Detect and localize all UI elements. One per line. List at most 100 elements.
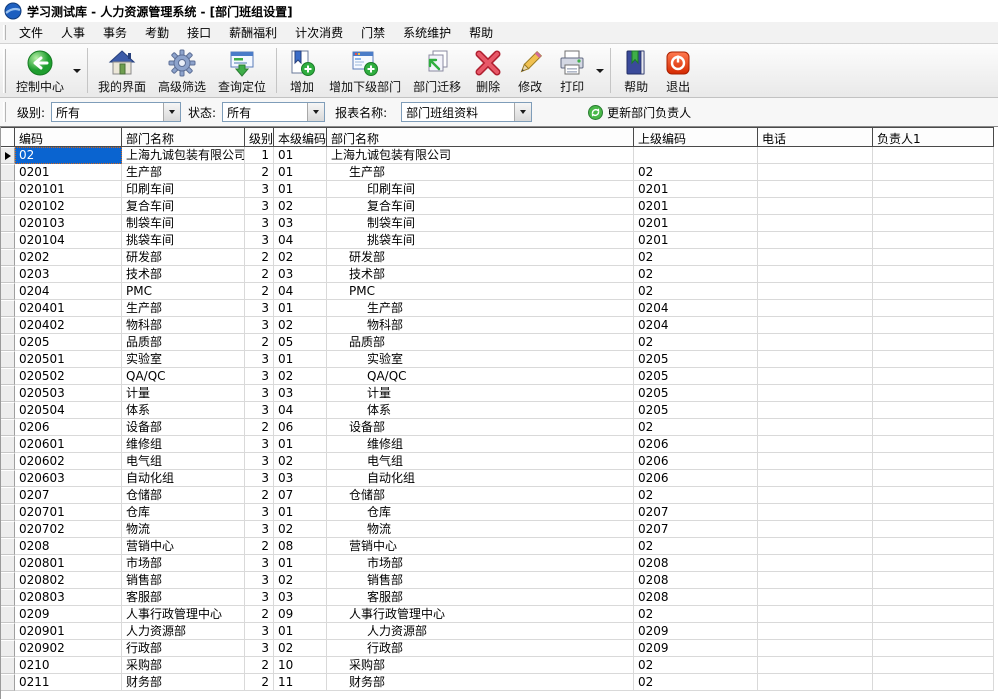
cell-dept-name-tree[interactable]: 销售部 [327, 572, 634, 589]
cell-phone[interactable] [758, 657, 873, 674]
table-row[interactable]: 020702物流302物流0207 [1, 521, 994, 538]
cell-phone[interactable] [758, 419, 873, 436]
cell-dept-name[interactable]: 技术部 [122, 266, 245, 283]
column-header-7[interactable]: 负责人1 [873, 128, 994, 146]
cell-level[interactable]: 2 [245, 249, 274, 266]
table-row[interactable]: 02上海九诚包装有限公司101上海九诚包装有限公司 [1, 147, 994, 164]
cell-phone[interactable] [758, 266, 873, 283]
row-selector[interactable] [1, 419, 15, 436]
cell-phone[interactable] [758, 249, 873, 266]
cell-code[interactable]: 0207 [15, 487, 122, 504]
cell-level[interactable]: 3 [245, 521, 274, 538]
table-row[interactable]: 0201生产部201生产部02 [1, 164, 994, 181]
cell-dept-name-tree[interactable]: 体系 [327, 402, 634, 419]
cell-phone[interactable] [758, 504, 873, 521]
cell-code[interactable]: 020802 [15, 572, 122, 589]
cell-dept-name[interactable]: 印刷车间 [122, 181, 245, 198]
cell-local-code[interactable]: 02 [274, 249, 327, 266]
cell-dept-name[interactable]: 实验室 [122, 351, 245, 368]
cell-level[interactable]: 3 [245, 215, 274, 232]
cell-level[interactable]: 3 [245, 640, 274, 657]
cell-code[interactable]: 020504 [15, 402, 122, 419]
table-row[interactable]: 0203技术部203技术部02 [1, 266, 994, 283]
cell-code[interactable]: 020502 [15, 368, 122, 385]
cell-parent-code[interactable]: 0209 [634, 623, 758, 640]
table-row[interactable]: 020103制袋车间303制袋车间0201 [1, 215, 994, 232]
cell-parent-code[interactable]: 0208 [634, 555, 758, 572]
cell-dept-name[interactable]: 客服部 [122, 589, 245, 606]
cell-parent-code[interactable]: 02 [634, 283, 758, 300]
cell-local-code[interactable]: 04 [274, 402, 327, 419]
cell-dept-name[interactable]: 仓库 [122, 504, 245, 521]
cell-parent-code[interactable]: 0206 [634, 453, 758, 470]
cell-parent-code[interactable]: 02 [634, 334, 758, 351]
menu-system-maintenance[interactable]: 系统维护 [394, 22, 460, 43]
print-button[interactable]: 打印 [551, 44, 593, 97]
cell-code[interactable]: 020601 [15, 436, 122, 453]
cell-dept-name[interactable]: PMC [122, 283, 245, 300]
cell-level[interactable]: 3 [245, 572, 274, 589]
cell-dept-name-tree[interactable]: QA/QC [327, 368, 634, 385]
cell-dept-name[interactable]: 财务部 [122, 674, 245, 691]
cell-dept-name[interactable]: 挑袋车间 [122, 232, 245, 249]
cell-dept-name-tree[interactable]: 采购部 [327, 657, 634, 674]
cell-level[interactable]: 3 [245, 198, 274, 215]
table-row[interactable]: 020801市场部301市场部0208 [1, 555, 994, 572]
cell-level[interactable]: 3 [245, 504, 274, 521]
cell-local-code[interactable]: 01 [274, 300, 327, 317]
status-select[interactable]: 所有 [222, 102, 325, 122]
cell-dept-name[interactable]: 品质部 [122, 334, 245, 351]
row-selector[interactable] [1, 385, 15, 402]
cell-local-code[interactable]: 06 [274, 419, 327, 436]
cell-level[interactable]: 3 [245, 232, 274, 249]
cell-local-code[interactable]: 01 [274, 351, 327, 368]
cell-code[interactable]: 020401 [15, 300, 122, 317]
cell-phone[interactable] [758, 317, 873, 334]
cell-phone[interactable] [758, 453, 873, 470]
cell-phone[interactable] [758, 674, 873, 691]
table-row[interactable]: 020101印刷车间301印刷车间0201 [1, 181, 994, 198]
row-selector[interactable] [1, 538, 15, 555]
cell-local-code[interactable]: 05 [274, 334, 327, 351]
table-row[interactable]: 020901人力资源部301人力资源部0209 [1, 623, 994, 640]
cell-manager[interactable] [873, 504, 994, 521]
table-row[interactable]: 020401生产部301生产部0204 [1, 300, 994, 317]
cell-local-code[interactable]: 01 [274, 504, 327, 521]
cell-parent-code[interactable]: 02 [634, 657, 758, 674]
cell-code[interactable]: 020603 [15, 470, 122, 487]
cell-code[interactable]: 020901 [15, 623, 122, 640]
cell-manager[interactable] [873, 300, 994, 317]
cell-parent-code[interactable]: 0206 [634, 470, 758, 487]
cell-parent-code[interactable]: 0205 [634, 368, 758, 385]
cell-manager[interactable] [873, 606, 994, 623]
cell-local-code[interactable]: 03 [274, 385, 327, 402]
cell-parent-code[interactable]: 0201 [634, 232, 758, 249]
cell-dept-name-tree[interactable]: 印刷车间 [327, 181, 634, 198]
table-row[interactable]: 020803客服部303客服部0208 [1, 589, 994, 606]
row-selector[interactable] [1, 232, 15, 249]
cell-parent-code[interactable]: 02 [634, 266, 758, 283]
cell-manager[interactable] [873, 640, 994, 657]
cell-manager[interactable] [873, 215, 994, 232]
menu-help[interactable]: 帮助 [460, 22, 502, 43]
cell-phone[interactable] [758, 470, 873, 487]
row-selector[interactable] [1, 606, 15, 623]
table-row[interactable]: 0207仓储部207仓储部02 [1, 487, 994, 504]
cell-phone[interactable] [758, 181, 873, 198]
cell-code[interactable]: 020103 [15, 215, 122, 232]
cell-parent-code[interactable]: 02 [634, 164, 758, 181]
cell-code[interactable]: 0211 [15, 674, 122, 691]
cell-code[interactable]: 020702 [15, 521, 122, 538]
column-header-3[interactable]: 本级编码 [274, 128, 327, 146]
cell-parent-code[interactable]: 02 [634, 606, 758, 623]
advanced-filter-button[interactable]: 高级筛选 [152, 44, 212, 97]
cell-dept-name-tree[interactable]: 研发部 [327, 249, 634, 266]
table-row[interactable]: 0211财务部211财务部02 [1, 674, 994, 691]
row-selector[interactable] [1, 521, 15, 538]
cell-dept-name[interactable]: 生产部 [122, 164, 245, 181]
cell-dept-name-tree[interactable]: 复合车间 [327, 198, 634, 215]
delete-button[interactable]: 删除 [467, 44, 509, 97]
cell-dept-name[interactable]: 电气组 [122, 453, 245, 470]
cell-dept-name[interactable]: 生产部 [122, 300, 245, 317]
add-button[interactable]: 增加 [281, 44, 323, 97]
